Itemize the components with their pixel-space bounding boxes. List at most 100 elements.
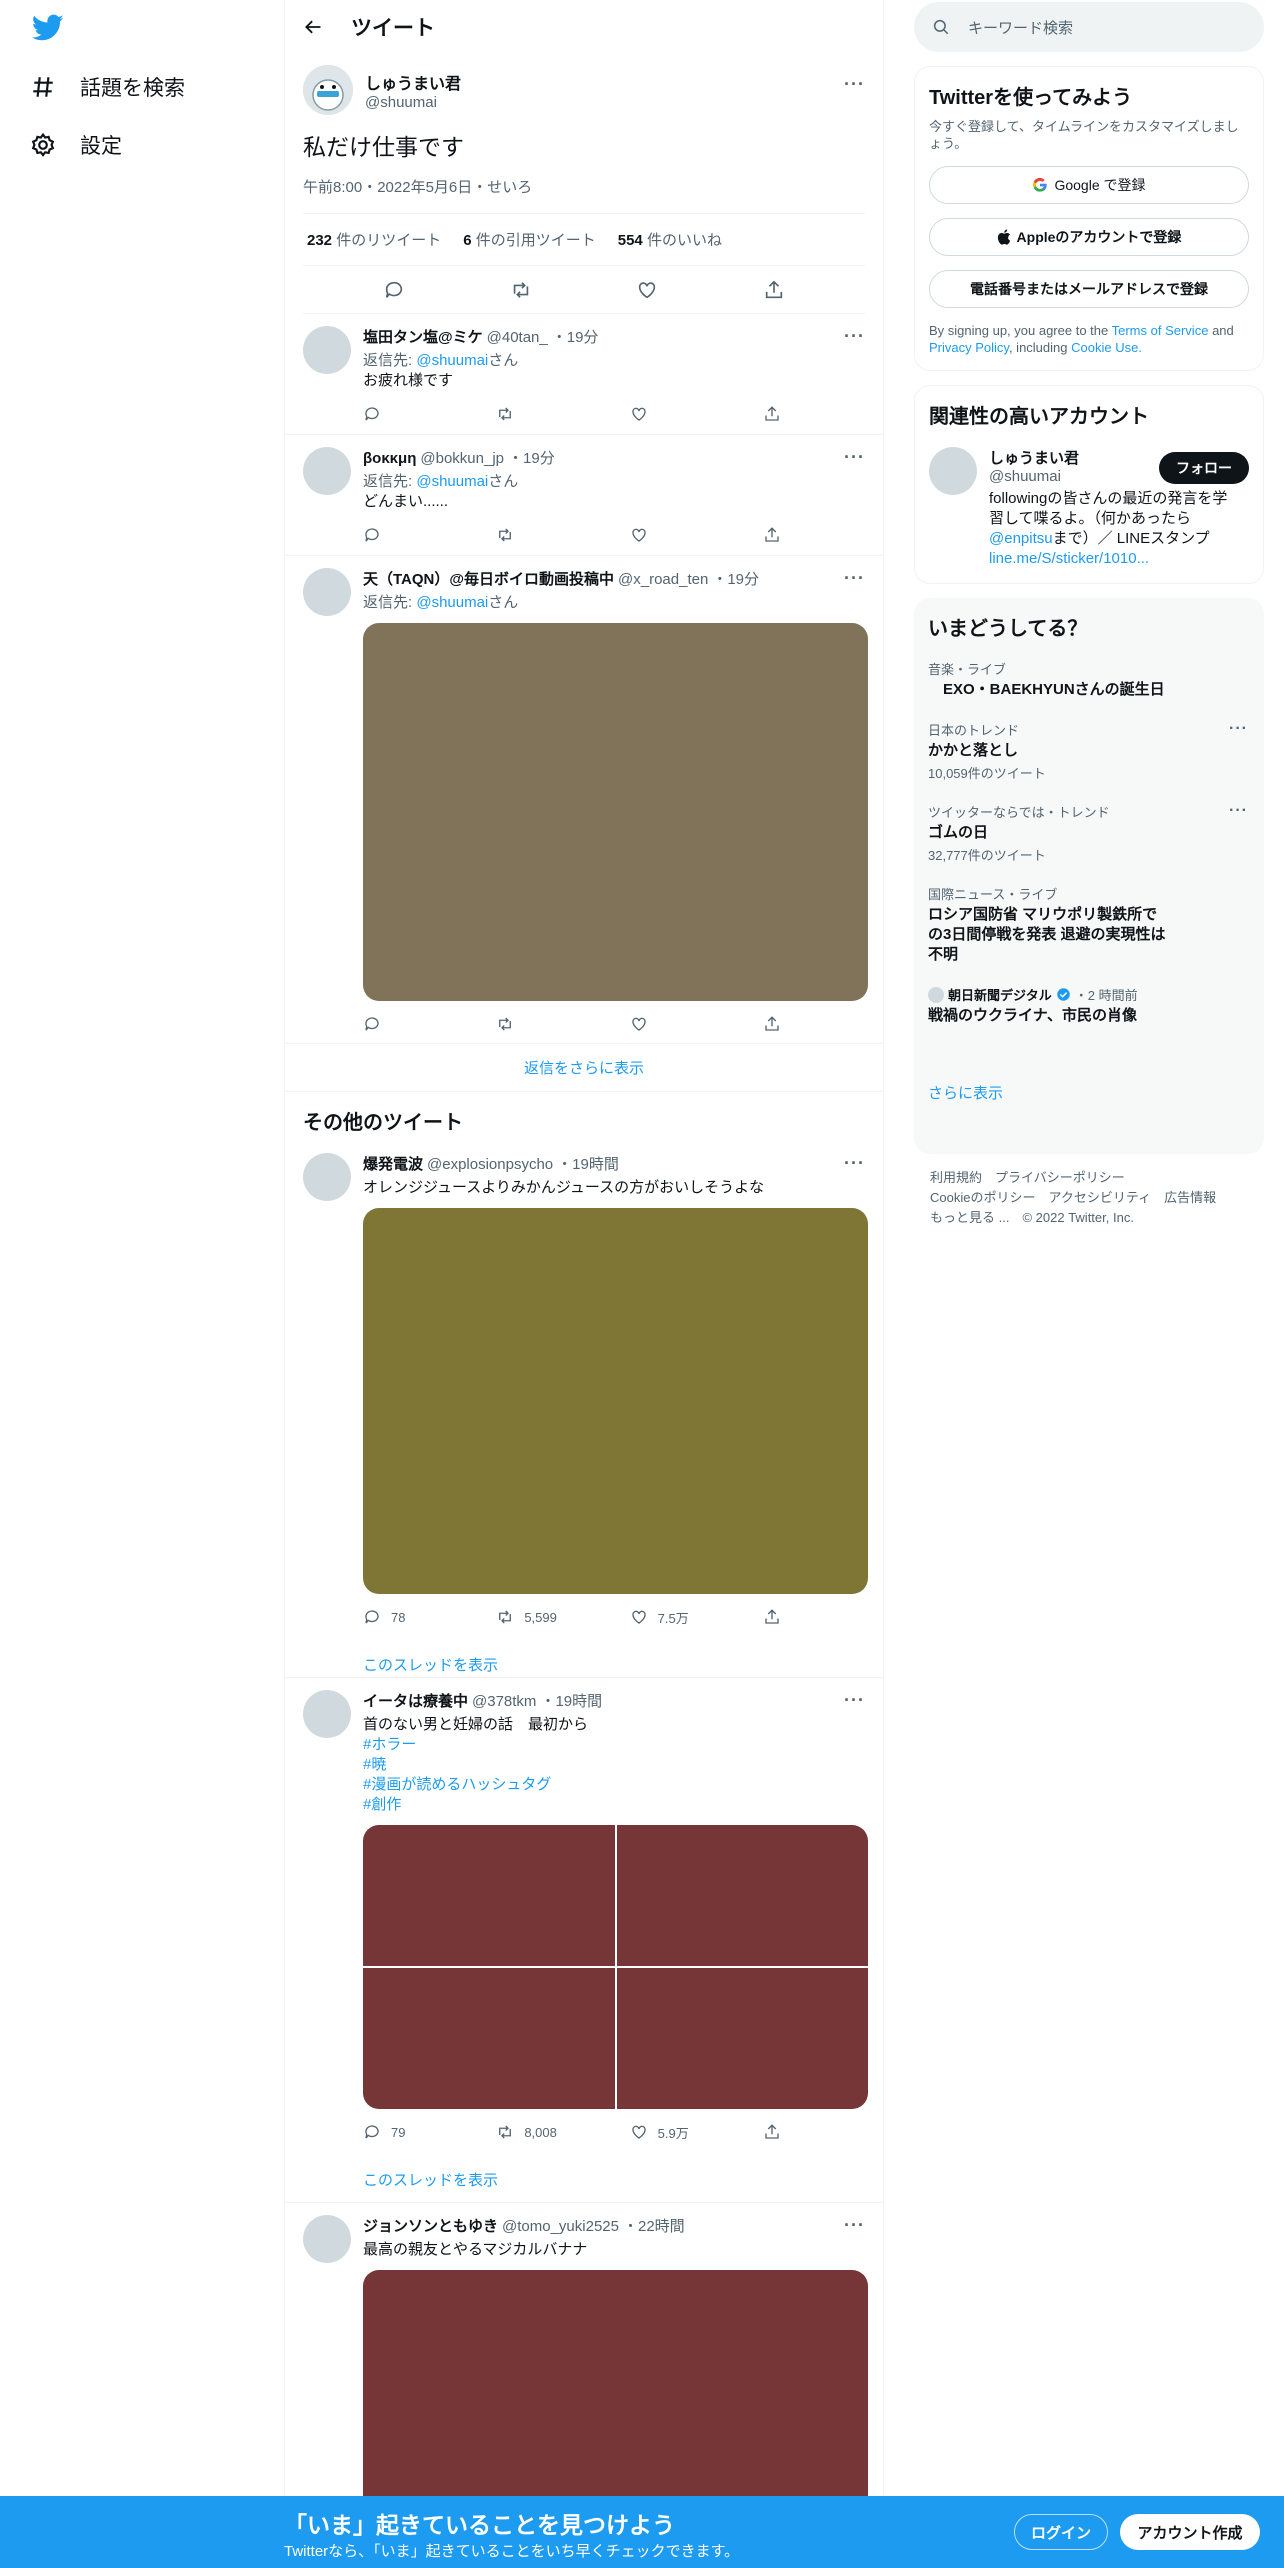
author-name[interactable]: ジョンソンともゆき [363, 2215, 498, 2236]
author-handle[interactable]: @explosionpsycho [427, 1156, 553, 1173]
quotes-stat[interactable]: 6 件の引用ツイート [463, 229, 596, 250]
share-icon[interactable] [763, 279, 785, 301]
more-options-icon[interactable]: ··· [844, 74, 865, 95]
share-icon[interactable] [763, 2123, 783, 2141]
author-name[interactable]: βοκκμη [363, 450, 416, 467]
share-icon[interactable] [763, 1015, 783, 1033]
footer-ads-link[interactable]: 広告情報 [1164, 1190, 1216, 1205]
reply-mention[interactable]: @shuumai [416, 594, 488, 611]
reply-tweet[interactable]: ··· 天（TAQN）@毎日ボイロ動画投稿中 @x_road_ten ・19分 … [285, 556, 883, 1044]
timeline-tweet[interactable]: ··· 爆発電波 @explosionpsycho ・19時間 オレンジジュース… [285, 1141, 883, 1678]
show-more-trends-link[interactable]: さらに表示 [928, 1082, 1250, 1103]
avatar[interactable] [303, 2215, 351, 2263]
author-handle[interactable]: @x_road_ten [618, 571, 708, 588]
reply-icon[interactable] [383, 279, 405, 301]
more-options-icon[interactable]: ··· [844, 568, 865, 589]
more-options-icon[interactable]: ··· [844, 1153, 865, 1174]
trend-item[interactable]: 国際ニュース・ライブ ロシア国防省 マリウポリ製鉄所での3日間停戦を発表 退避の… [928, 884, 1250, 965]
tweet-media-image[interactable] [363, 2270, 868, 2510]
avatar[interactable] [303, 1690, 351, 1738]
footer-cookie-link[interactable]: Cookieのポリシー [930, 1190, 1035, 1205]
twitter-logo-icon[interactable] [32, 14, 64, 44]
share-icon[interactable] [763, 526, 783, 544]
google-signup-button[interactable]: Google で登録 [929, 166, 1249, 204]
retweet-button[interactable]: 5,599 [496, 1608, 596, 1626]
author-name[interactable]: 爆発電波 [363, 1153, 423, 1174]
more-options-icon[interactable]: ··· [1229, 802, 1248, 820]
footer-terms-link[interactable]: 利用規約 [930, 1170, 982, 1185]
retweet-icon[interactable] [510, 279, 532, 301]
footer-accessibility-link[interactable]: アクセシビリティ [1048, 1190, 1151, 1205]
author-handle[interactable]: @shuumai [365, 94, 461, 111]
show-more-replies-link[interactable]: 返信をさらに表示 [285, 1044, 883, 1092]
avatar[interactable] [303, 65, 353, 115]
timeline-tweet[interactable]: ··· イータは療養中 @378tkm ・19時間 首のない男と妊婦の話 最初か… [285, 1678, 883, 2203]
reply-tweet[interactable]: ··· βοκκμη @bokkun_jp ・19分 返信先: @shuumai… [285, 435, 883, 556]
author-handle[interactable]: @tomo_yuki2525 [502, 2218, 619, 2235]
more-options-icon[interactable]: ··· [844, 326, 865, 347]
hashtag-link[interactable]: #暁 [363, 1755, 865, 1775]
tweet-media-image[interactable] [363, 623, 868, 1001]
like-icon[interactable] [630, 1015, 730, 1033]
retweet-icon[interactable] [496, 1015, 596, 1033]
nav-explore[interactable]: 話題を検索 [30, 65, 185, 109]
retweet-icon[interactable] [496, 405, 596, 423]
avatar[interactable] [303, 447, 351, 495]
terms-of-service-link[interactable]: Terms of Service [1112, 323, 1209, 338]
avatar[interactable] [303, 1153, 351, 1201]
signup-button[interactable]: アカウント作成 [1120, 2514, 1260, 2550]
bio-mention-link[interactable]: @enpitsu [989, 530, 1053, 547]
bio-url-link[interactable]: line.me/S/sticker/1010... [989, 550, 1149, 567]
reply-button[interactable]: 78 [363, 1608, 463, 1626]
hashtag-link[interactable]: #漫画が読めるハッシュタグ [363, 1775, 865, 1795]
more-options-icon[interactable]: ··· [844, 2215, 865, 2236]
avatar[interactable] [929, 447, 977, 495]
back-arrow-icon[interactable] [303, 17, 323, 37]
author-name[interactable]: イータは療養中 [363, 1690, 468, 1711]
apple-signup-button[interactable]: Appleのアカウントで登録 [929, 218, 1249, 256]
login-button[interactable]: ログイン [1014, 2514, 1108, 2550]
tweet-media-image[interactable] [616, 1825, 868, 1966]
trend-item[interactable]: 日本のトレンド かかと落とし 10,059件のツイート ··· [928, 720, 1250, 782]
tweet-media-image[interactable] [363, 1825, 615, 1966]
reply-icon[interactable] [363, 526, 463, 544]
like-icon[interactable] [630, 526, 730, 544]
tweet-time[interactable]: ・19時間 [540, 1690, 602, 1711]
tweet-time[interactable]: ・19時間 [557, 1153, 619, 1174]
author-name[interactable]: 天（TAQN）@毎日ボイロ動画投稿中 [363, 568, 614, 589]
more-options-icon[interactable]: ··· [844, 447, 865, 468]
reply-tweet[interactable]: ··· 塩田タン塩@ミケ @40tan_ ・19分 返信先: @shuumaiさ… [285, 314, 883, 435]
tweet-media-image[interactable] [363, 1968, 615, 2109]
news-item[interactable]: 朝日新聞デジタル ・2 時間前 戦禍のウクライナ、市民の肖像 [928, 985, 1250, 1026]
likes-stat[interactable]: 554 件のいいね [618, 229, 722, 250]
retweets-stat[interactable]: 232 件のリツイート [307, 229, 441, 250]
tweet-time[interactable]: ・19分 [508, 447, 555, 468]
like-icon[interactable] [636, 279, 658, 301]
author-handle[interactable]: @378tkm [472, 1693, 536, 1710]
more-options-icon[interactable]: ··· [844, 1690, 865, 1711]
reply-icon[interactable] [363, 405, 463, 423]
avatar[interactable] [303, 568, 351, 616]
reply-button[interactable]: 79 [363, 2123, 463, 2141]
reply-mention[interactable]: @shuumai [416, 352, 488, 369]
reply-mention[interactable]: @shuumai [416, 473, 488, 490]
follow-button[interactable]: フォロー [1159, 452, 1249, 484]
footer-more-link[interactable]: もっと見る ... [930, 1210, 1009, 1225]
reply-icon[interactable] [363, 1015, 463, 1033]
author-handle[interactable]: @40tan_ [487, 329, 548, 346]
hashtag-link[interactable]: #創作 [363, 1795, 865, 1815]
author-name[interactable]: しゅうまい君 [365, 70, 461, 94]
retweet-button[interactable]: 8,008 [496, 2123, 596, 2141]
retweet-icon[interactable] [496, 526, 596, 544]
more-options-icon[interactable]: ··· [1229, 720, 1248, 738]
share-icon[interactable] [763, 405, 783, 423]
tweet-time[interactable]: ・19分 [552, 326, 599, 347]
search-bar[interactable]: キーワード検索 [914, 2, 1264, 52]
cookie-use-link[interactable]: Cookie Use. [1071, 340, 1142, 355]
like-button[interactable]: 7.5万 [630, 1608, 730, 1627]
privacy-policy-link[interactable]: Privacy Policy [929, 340, 1009, 355]
trend-item[interactable]: 音楽・ライブ EXO・BAEKHYUNさんの誕生日 [928, 659, 1250, 700]
search-input[interactable]: キーワード検索 [968, 17, 1073, 38]
hashtag-link[interactable]: #ホラー [363, 1735, 865, 1755]
footer-privacy-link[interactable]: プライバシーポリシー [995, 1170, 1125, 1185]
